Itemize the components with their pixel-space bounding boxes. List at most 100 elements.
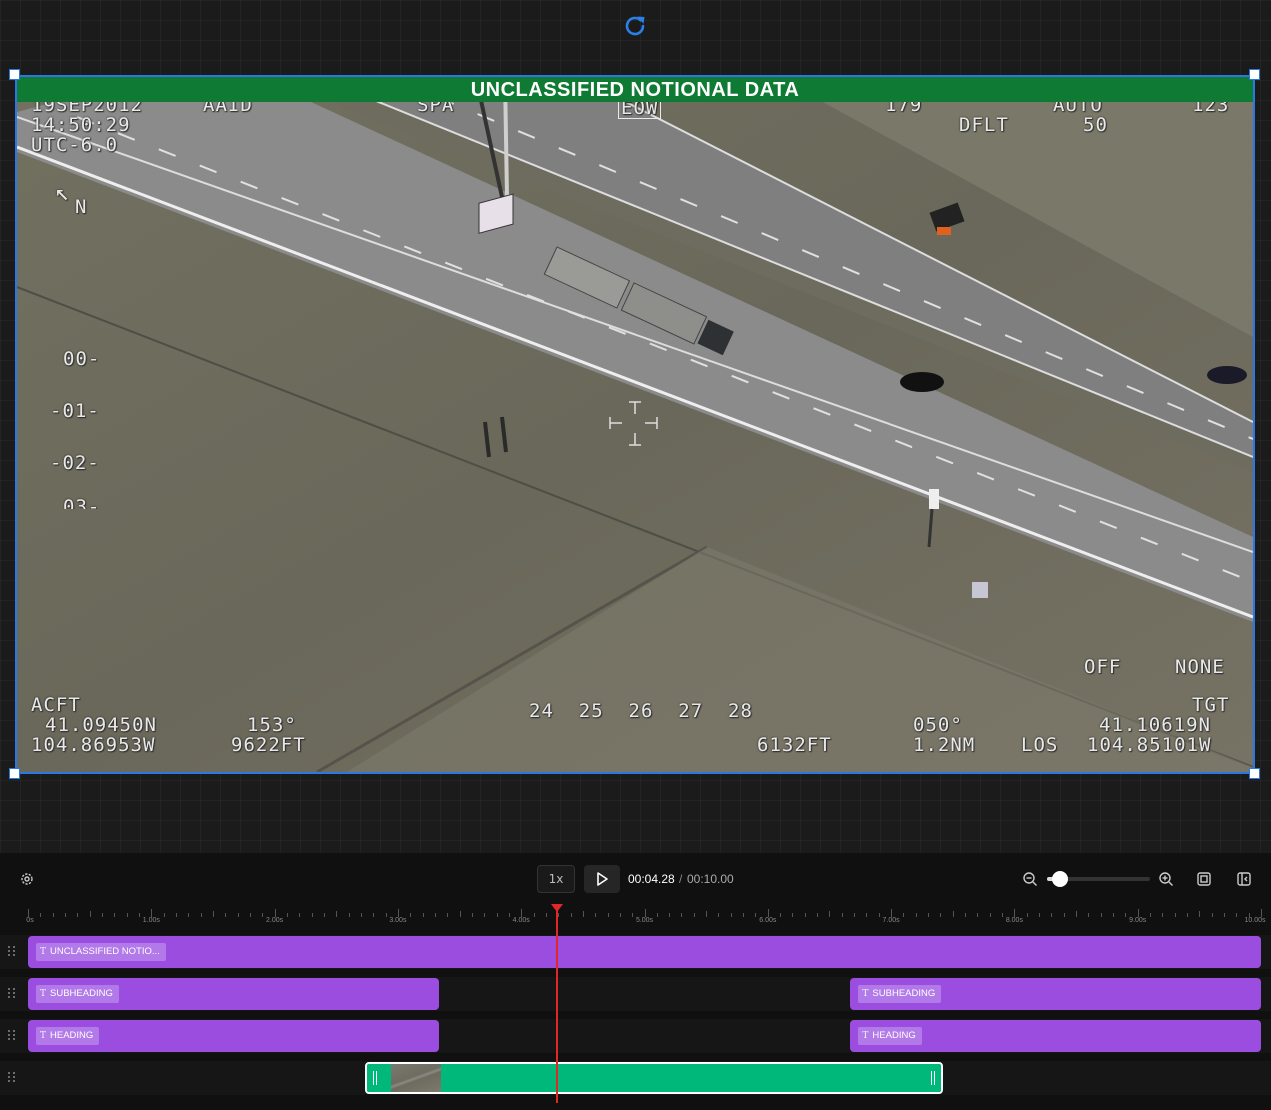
ruler-tick bbox=[323, 913, 325, 917]
text-clip[interactable]: T HEADING bbox=[28, 1020, 439, 1052]
video-clip[interactable] bbox=[364, 1062, 943, 1094]
clip-label: T SUBHEADING bbox=[858, 985, 942, 1003]
ruler-tick bbox=[188, 913, 190, 917]
time-ruler[interactable]: 0s 1.00s 2.00s 3.00s 4.00s 5.00s 6.00s 7.00s 8.0… bbox=[26, 905, 1266, 929]
hud-pitch-03: 03- bbox=[63, 497, 101, 509]
ruler-tick bbox=[1187, 913, 1189, 917]
ruler-tick bbox=[1211, 913, 1213, 917]
drag-handle-dot bbox=[13, 1030, 15, 1032]
text-clip[interactable]: T HEADING bbox=[850, 1020, 1261, 1052]
resize-handle-bottom-left[interactable] bbox=[9, 768, 20, 779]
clip-label: T HEADING bbox=[858, 1027, 922, 1045]
resize-handle-top-right[interactable] bbox=[1249, 69, 1260, 80]
clip-label: T UNCLASSIFIED NOTIO... bbox=[36, 943, 166, 961]
ruler-tick bbox=[373, 913, 375, 917]
clip-label-text: UNCLASSIFIED NOTIO... bbox=[50, 946, 160, 957]
trim-grip-icon bbox=[930, 1071, 935, 1085]
timeline-track[interactable]: T UNCLASSIFIED NOTIO... bbox=[0, 935, 1271, 969]
aerial-video-frame bbox=[17, 77, 1253, 772]
ruler-tick bbox=[1162, 913, 1164, 917]
text-clip[interactable]: T SUBHEADING bbox=[28, 978, 439, 1010]
ruler-tick bbox=[348, 913, 350, 917]
drag-handle-dot bbox=[8, 954, 10, 956]
hud-slant-range: 6132FT bbox=[757, 734, 832, 756]
drag-handle-dot bbox=[13, 1072, 15, 1074]
drag-handle-icon[interactable] bbox=[7, 988, 19, 1000]
trim-handle-right[interactable] bbox=[924, 1064, 941, 1092]
ruler-tick bbox=[866, 913, 868, 917]
ruler-tick bbox=[64, 913, 66, 917]
text-clip[interactable]: T UNCLASSIFIED NOTIO... bbox=[28, 936, 1261, 968]
ruler-tick bbox=[693, 913, 695, 917]
ruler-tick bbox=[989, 913, 991, 917]
clip-label-text: HEADING bbox=[50, 1030, 94, 1041]
drag-handle-dot bbox=[13, 1034, 15, 1036]
zoom-slider[interactable] bbox=[1047, 871, 1150, 887]
ruler-tick bbox=[286, 913, 288, 917]
play-button[interactable] bbox=[584, 865, 620, 893]
zoom-in-button[interactable] bbox=[1157, 870, 1175, 888]
ruler-tick bbox=[1150, 913, 1152, 917]
clip-label-text: SUBHEADING bbox=[50, 988, 113, 999]
hud-heading-scale: 24 25 26 27 28 bbox=[529, 700, 753, 722]
ruler-tick bbox=[940, 913, 942, 917]
ruler-tick bbox=[225, 913, 227, 917]
ruler-tick bbox=[595, 913, 597, 917]
drag-handle-icon[interactable] bbox=[7, 1030, 19, 1042]
ruler-tick bbox=[743, 913, 745, 917]
hud-time: 14:50:29 bbox=[31, 114, 131, 136]
ruler-tick bbox=[138, 913, 140, 917]
resize-handle-bottom-right[interactable] bbox=[1249, 768, 1260, 779]
ruler-tick bbox=[52, 913, 54, 917]
playback-speed-button[interactable]: 1x bbox=[537, 865, 575, 893]
timeline-track[interactable]: T HEADING T HEADING bbox=[0, 1019, 1271, 1053]
ruler-tick bbox=[274, 909, 276, 917]
ruler-tick bbox=[212, 911, 214, 917]
ruler-tick bbox=[200, 913, 202, 917]
ruler-tick bbox=[644, 909, 646, 917]
drag-handle-dot bbox=[13, 988, 15, 990]
resize-handle-top-left[interactable] bbox=[9, 69, 20, 80]
hud-utc: UTC-6.0 bbox=[31, 134, 119, 156]
clip-label: T HEADING bbox=[36, 1027, 100, 1045]
ruler-tick bbox=[755, 913, 757, 917]
hud-auto-value: 50 bbox=[1083, 114, 1108, 136]
ruler-tick bbox=[175, 913, 177, 917]
ruler-tick bbox=[1026, 913, 1028, 917]
timeline-track[interactable] bbox=[0, 1061, 1271, 1095]
ruler-tick bbox=[434, 913, 436, 917]
video-canvas-element[interactable]: UNCLASSIFIED NOTIONAL DATA 19SEP2012 AAI… bbox=[15, 75, 1255, 774]
playhead[interactable] bbox=[550, 904, 563, 1103]
playhead-handle[interactable] bbox=[550, 904, 563, 912]
collapse-panel-button[interactable] bbox=[1235, 870, 1253, 888]
drag-handle-icon[interactable] bbox=[7, 946, 19, 958]
settings-button[interactable] bbox=[18, 870, 36, 888]
trim-handle-left[interactable] bbox=[366, 1064, 383, 1092]
current-time: 00:04.28 bbox=[628, 872, 675, 886]
hud-pitch-00: 00- bbox=[63, 348, 101, 370]
hud-target-bearing: 050° bbox=[913, 714, 963, 736]
hud-tgt-lat: 41.10619N bbox=[1099, 714, 1211, 736]
ruler-tick bbox=[410, 913, 412, 917]
ruler-tick bbox=[767, 909, 769, 917]
fit-to-screen-button[interactable] bbox=[1195, 870, 1213, 888]
text-type-icon: T bbox=[862, 989, 869, 999]
ruler-tick bbox=[780, 913, 782, 917]
timeline-track[interactable]: T SUBHEADING T SUBHEADING bbox=[0, 977, 1271, 1011]
text-type-icon: T bbox=[40, 947, 47, 957]
ruler-tick bbox=[730, 913, 732, 917]
text-clip[interactable]: T SUBHEADING bbox=[850, 978, 1261, 1010]
zoom-slider-knob[interactable] bbox=[1052, 871, 1069, 887]
ruler-label: 2.00s bbox=[266, 917, 284, 924]
drag-handle-icon[interactable] bbox=[7, 1072, 19, 1084]
ruler-tick bbox=[1137, 909, 1139, 917]
ruler-tick bbox=[360, 913, 362, 917]
drag-handle-dot bbox=[13, 1038, 15, 1040]
ruler-tick bbox=[903, 913, 905, 917]
refresh-button[interactable] bbox=[620, 10, 650, 42]
zoom-out-button[interactable] bbox=[1021, 870, 1039, 888]
ruler-label: 5.00s bbox=[635, 917, 654, 924]
drag-handle-dot bbox=[8, 946, 10, 948]
trim-grip-icon bbox=[372, 1071, 377, 1085]
drag-handle-dot bbox=[13, 996, 15, 998]
